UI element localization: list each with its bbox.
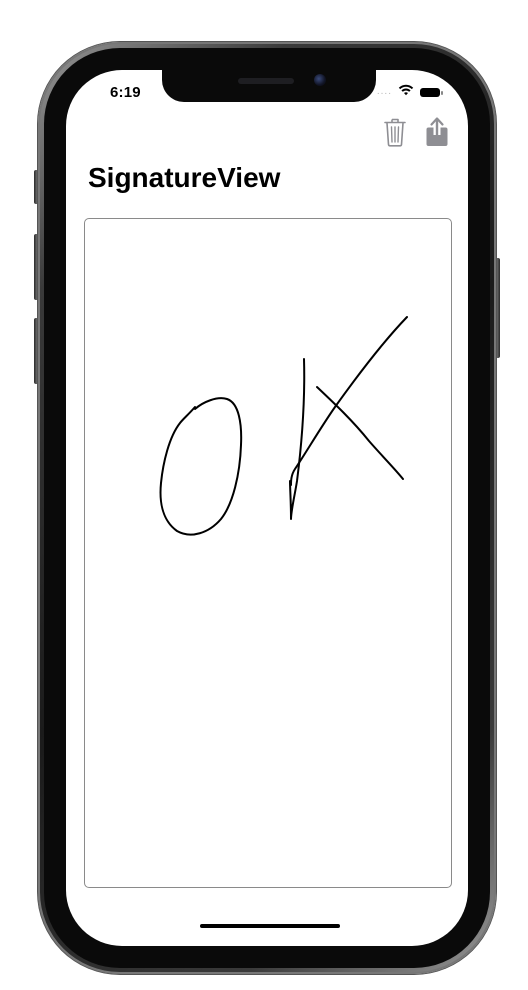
signature-stroke-k-stem bbox=[289, 358, 306, 520]
earpiece-speaker bbox=[238, 78, 294, 84]
wifi-icon bbox=[398, 83, 414, 101]
signature-stroke-o bbox=[159, 397, 243, 536]
status-indicators: .... bbox=[376, 83, 443, 101]
home-indicator[interactable] bbox=[200, 924, 340, 928]
notch bbox=[162, 70, 376, 102]
share-button[interactable] bbox=[424, 116, 450, 153]
front-camera bbox=[314, 74, 326, 86]
signature-canvas[interactable] bbox=[84, 218, 452, 888]
signature-stroke-k-leg bbox=[316, 386, 404, 480]
trash-icon bbox=[384, 117, 406, 152]
battery-icon bbox=[420, 87, 443, 97]
toolbar bbox=[382, 116, 450, 153]
device-mockup: 6:19 .... SignatureView bbox=[0, 0, 528, 990]
share-icon bbox=[425, 116, 449, 153]
page-title: SignatureView bbox=[88, 162, 281, 193]
signature-drawing bbox=[159, 316, 408, 536]
clear-button[interactable] bbox=[382, 118, 408, 150]
status-time: 6:19 bbox=[110, 84, 141, 101]
app-screen: 6:19 .... SignatureView bbox=[66, 70, 468, 946]
signature-stroke-k-arm bbox=[290, 316, 408, 486]
signal-dots: .... bbox=[376, 86, 392, 97]
